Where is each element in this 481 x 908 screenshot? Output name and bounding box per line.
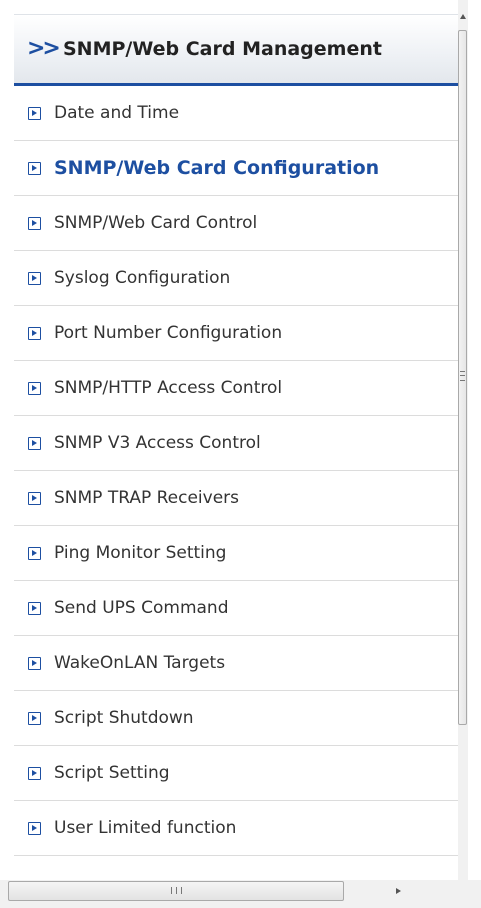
menu-item-send-ups-command[interactable]: Send UPS Command xyxy=(14,581,458,636)
menu-item-label: SNMP/Web Card Control xyxy=(54,213,258,233)
scroll-right-arrow-icon[interactable] xyxy=(396,888,401,894)
expand-box-icon xyxy=(28,106,41,120)
menu-item-label: WakeOnLAN Targets xyxy=(54,653,226,673)
menu-item-label: Ping Monitor Setting xyxy=(54,543,227,563)
menu-item-wakeonlan-targets[interactable]: WakeOnLAN Targets xyxy=(14,636,458,691)
vertical-scrollbar[interactable] xyxy=(458,0,468,893)
expand-box-icon xyxy=(28,216,41,230)
menu-item-label: Port Number Configuration xyxy=(54,323,283,343)
expand-box-icon xyxy=(28,271,41,285)
menu-item-snmp-web-card-control[interactable]: SNMP/Web Card Control xyxy=(14,196,458,251)
menu-item-label: Date and Time xyxy=(54,103,180,123)
menu-item-label: Script Shutdown xyxy=(54,708,194,728)
section-title: SNMP/Web Card Management xyxy=(63,38,382,60)
expand-box-icon xyxy=(28,436,41,450)
expand-box-icon xyxy=(28,766,41,780)
menu-item-user-limited-function[interactable]: User Limited function xyxy=(14,801,458,856)
menu-item-label: Script Setting xyxy=(54,763,170,783)
double-chevron-right-icon: >> xyxy=(27,36,61,61)
menu-item-script-shutdown[interactable]: Script Shutdown xyxy=(14,691,458,746)
expand-box-icon xyxy=(28,326,41,340)
menu-item-snmp-http-access-control[interactable]: SNMP/HTTP Access Control xyxy=(14,361,458,416)
scroll-up-arrow-icon[interactable] xyxy=(460,14,466,19)
menu-item-snmp-v3-access-control[interactable]: SNMP V3 Access Control xyxy=(14,416,458,471)
menu-item-label: Send UPS Command xyxy=(54,598,229,618)
expand-box-icon xyxy=(28,711,41,725)
menu-item-label: SNMP/Web Card Configuration xyxy=(54,157,380,179)
horizontal-scrollbar[interactable] xyxy=(0,880,481,908)
menu-item-label: SNMP TRAP Receivers xyxy=(54,488,240,508)
grip-icon xyxy=(460,371,465,381)
expand-box-icon xyxy=(28,656,41,670)
vertical-scroll-thumb[interactable] xyxy=(458,30,467,725)
menu-item-snmp-trap-receivers[interactable]: SNMP TRAP Receivers xyxy=(14,471,458,526)
app-frame: >> SNMP/Web Card Management Date and Tim… xyxy=(0,0,481,908)
section-header[interactable]: >> SNMP/Web Card Management xyxy=(14,14,458,83)
menu-item-ping-monitor-setting[interactable]: Ping Monitor Setting xyxy=(14,526,458,581)
menu-item-label: SNMP/HTTP Access Control xyxy=(54,378,283,398)
menu-item-script-setting[interactable]: Script Setting xyxy=(14,746,458,801)
menu-item-label: User Limited function xyxy=(54,818,237,838)
menu-item-syslog-configuration[interactable]: Syslog Configuration xyxy=(14,251,458,306)
expand-box-icon xyxy=(28,601,41,615)
menu-item-label: SNMP V3 Access Control xyxy=(54,433,261,453)
horizontal-scroll-thumb[interactable] xyxy=(8,881,344,901)
expand-box-icon xyxy=(28,161,41,175)
expand-box-icon xyxy=(28,491,41,505)
expand-box-icon xyxy=(28,381,41,395)
menu-item-port-number-configuration[interactable]: Port Number Configuration xyxy=(14,306,458,361)
expand-box-icon xyxy=(28,821,41,835)
menu-list: Date and Time SNMP/Web Card Configuratio… xyxy=(14,86,458,856)
navigation-panel: >> SNMP/Web Card Management Date and Tim… xyxy=(14,14,458,880)
menu-item-label: Syslog Configuration xyxy=(54,268,231,288)
grip-icon xyxy=(171,887,182,894)
menu-item-snmp-web-card-configuration[interactable]: SNMP/Web Card Configuration xyxy=(14,141,458,196)
expand-box-icon xyxy=(28,546,41,560)
menu-item-date-and-time[interactable]: Date and Time xyxy=(14,86,458,141)
